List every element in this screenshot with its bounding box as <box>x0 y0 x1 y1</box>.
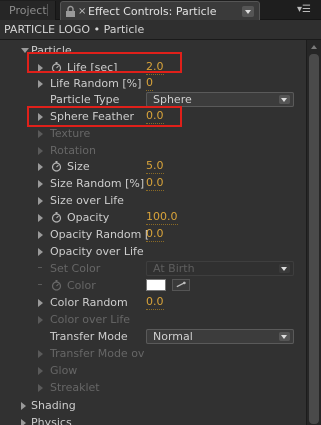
disabled-dot <box>38 284 42 285</box>
property-value[interactable]: 100.0 <box>146 209 178 225</box>
expand-right-icon[interactable] <box>38 163 43 171</box>
expand-right-icon[interactable] <box>38 350 43 358</box>
expand-right-icon[interactable] <box>21 419 26 425</box>
dropdown-value: At Birth <box>153 262 195 275</box>
lock-icon[interactable] <box>65 5 76 18</box>
property-label: Set Color <box>50 262 101 275</box>
layer-breadcrumb: PARTICLE LOGO • Particle <box>0 20 321 40</box>
eyedropper-icon[interactable] <box>172 279 190 291</box>
property-label: Streaklet <box>50 381 100 394</box>
dropdown-value: Sphere <box>153 93 192 106</box>
expand-right-icon[interactable] <box>38 197 43 205</box>
panel-menu-icon[interactable]: ▾☰ <box>291 3 317 17</box>
property-label: Transfer Mode <box>50 330 128 343</box>
expand-right-icon[interactable] <box>38 214 43 222</box>
effect-properties-tree: Particle Life [sec] 2.0 Life Random [%] … <box>0 40 306 425</box>
expand-right-icon[interactable] <box>38 80 43 88</box>
tab-divider <box>47 4 53 16</box>
scroll-up-icon[interactable] <box>309 42 319 52</box>
property-streaklet: Streaklet <box>0 379 306 396</box>
expand-right-icon[interactable] <box>38 231 43 239</box>
chevron-down-icon <box>279 95 290 104</box>
expand-right-icon[interactable] <box>38 147 43 155</box>
disabled-dot <box>38 267 42 268</box>
tab-effect-controls[interactable]: × Effect Controls: Particle <box>60 1 260 20</box>
set-color-dropdown[interactable]: At Birth <box>146 261 294 276</box>
expand-right-icon[interactable] <box>38 248 43 256</box>
group-physics[interactable]: Physics <box>0 414 306 425</box>
stopwatch-icon[interactable] <box>51 212 62 223</box>
property-label: Size over Life <box>50 194 124 207</box>
property-set-color: Set Color At Birth <box>0 260 306 277</box>
property-label: Color <box>67 279 96 292</box>
stopwatch-icon[interactable] <box>51 280 62 291</box>
chevron-down-icon <box>279 332 290 341</box>
stopwatch-icon[interactable] <box>51 161 62 172</box>
property-opacity-over-life: Opacity over Life <box>0 243 306 260</box>
property-label: Opacity over Life <box>50 245 144 258</box>
close-tab-icon[interactable]: × <box>78 2 86 21</box>
property-value[interactable]: 0.0 <box>146 226 164 242</box>
expand-right-icon[interactable] <box>38 384 43 392</box>
property-value[interactable]: 0.0 <box>146 175 164 191</box>
transfer-mode-dropdown[interactable]: Normal <box>146 329 294 344</box>
property-size-random: Size Random [%] 0.0 <box>0 175 306 192</box>
property-label: Color over Life <box>50 313 131 326</box>
property-rotation: Rotation <box>0 142 306 159</box>
property-life-random: Life Random [%] 0 <box>0 75 306 92</box>
expand-right-icon[interactable] <box>38 130 43 138</box>
property-color-random: Color Random 0.0 <box>0 294 306 311</box>
property-transfer-mode-over-life: Transfer Mode ov <box>0 345 306 362</box>
property-label: Life Random [%] <box>50 77 142 90</box>
expand-right-icon[interactable] <box>38 367 43 375</box>
property-label: Color Random <box>50 296 128 309</box>
property-label: Size <box>67 160 90 173</box>
annotation-box-life <box>27 52 182 73</box>
property-value[interactable]: 0.0 <box>146 294 164 310</box>
property-label: Texture <box>50 127 91 140</box>
chevron-down-icon <box>279 264 290 273</box>
property-label: Opacity Random [ <box>50 228 150 241</box>
expand-right-icon[interactable] <box>38 316 43 324</box>
tab-project[interactable]: Project <box>0 1 56 20</box>
property-value[interactable]: 0 <box>146 75 153 91</box>
group-shading[interactable]: Shading <box>0 397 306 414</box>
vertical-scrollbar[interactable] <box>306 40 321 425</box>
property-value[interactable]: 5.0 <box>146 158 164 174</box>
annotation-box-sphere-feather <box>27 106 182 127</box>
dropdown-value: Normal <box>153 330 193 343</box>
property-label: Rotation <box>50 144 97 157</box>
color-swatch[interactable] <box>146 279 166 291</box>
panel-tab-bar: Project × Effect Controls: Particle ▾☰ <box>0 0 321 20</box>
expand-right-icon[interactable] <box>21 402 26 410</box>
tab-project-label: Project <box>9 4 47 17</box>
scrollbar-thumb[interactable] <box>309 54 319 424</box>
property-size-over-life: Size over Life <box>0 192 306 209</box>
group-label: Shading <box>31 399 76 412</box>
expand-right-icon[interactable] <box>38 299 43 307</box>
tab-effect-controls-label: Effect Controls: Particle <box>88 5 217 18</box>
particle-type-dropdown[interactable]: Sphere <box>146 92 294 107</box>
chevron-down-icon[interactable] <box>242 6 254 17</box>
property-texture: Texture <box>0 125 306 142</box>
property-color-over-life: Color over Life <box>0 311 306 328</box>
property-label: Transfer Mode ov <box>50 347 145 360</box>
group-label: Physics <box>31 416 72 425</box>
property-label: Size Random [%] <box>50 177 145 190</box>
property-transfer-mode: Transfer Mode Normal <box>0 328 306 345</box>
property-label: Opacity <box>67 211 110 224</box>
property-opacity-random: Opacity Random [ 0.0 <box>0 226 306 243</box>
property-size: Size 5.0 <box>0 158 306 175</box>
property-opacity: Opacity 100.0 <box>0 209 306 226</box>
expand-right-icon[interactable] <box>38 180 43 188</box>
property-glow: Glow <box>0 362 306 379</box>
property-color: Color <box>0 277 306 294</box>
property-label: Glow <box>50 364 78 377</box>
